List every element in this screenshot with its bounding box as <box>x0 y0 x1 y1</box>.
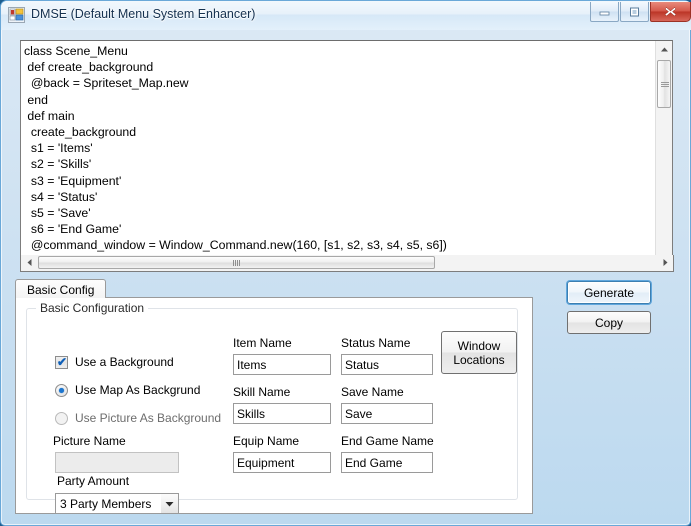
radio-button-circle <box>55 412 68 425</box>
checkbox-box: ✔ <box>55 356 68 369</box>
groupbox-label: Basic Configuration <box>36 301 148 315</box>
party-amount-combobox[interactable]: 3 Party Members <box>55 493 179 514</box>
minimize-button[interactable] <box>590 2 619 22</box>
horizontal-scrollbar[interactable] <box>20 255 674 272</box>
vertical-scrollbar-thumb[interactable] <box>657 60 671 108</box>
code-textarea[interactable]: class Scene_Menu def create_background @… <box>20 40 673 272</box>
end-game-name-label: End Game Name <box>341 434 434 448</box>
picture-name-input[interactable] <box>55 452 179 473</box>
close-button[interactable] <box>650 2 691 22</box>
checkbox-use-a-background[interactable]: ✔ Use a Background <box>55 355 174 369</box>
party-amount-value: 3 Party Members <box>60 496 151 512</box>
window-locations-label-line1: Window <box>458 339 501 353</box>
maximize-button[interactable] <box>620 2 649 22</box>
equip-name-input[interactable]: Equipment <box>233 452 331 473</box>
tab-basic-config[interactable]: Basic Config <box>15 279 106 298</box>
picture-name-label: Picture Name <box>53 434 126 448</box>
scrollbar-grip-icon <box>233 260 241 266</box>
window-locations-label-line2: Locations <box>453 353 504 367</box>
chevron-down-icon[interactable] <box>161 494 178 513</box>
save-name-input[interactable]: Save <box>341 403 433 424</box>
radio-label: Use Picture As Background <box>75 411 221 425</box>
scroll-up-icon[interactable] <box>656 41 672 58</box>
end-game-name-input[interactable]: End Game <box>341 452 433 473</box>
scroll-left-icon[interactable] <box>21 255 37 270</box>
maximize-icon <box>621 2 648 21</box>
application-window: DMSE (Default Menu System Enhancer) <box>0 0 691 526</box>
status-name-input[interactable]: Status <box>341 354 433 375</box>
window-title: DMSE (Default Menu System Enhancer) <box>31 7 255 21</box>
tab-control: Basic Config Basic Configuration ✔ Use a… <box>15 279 533 514</box>
skill-name-label: Skill Name <box>233 385 290 399</box>
equip-name-label: Equip Name <box>233 434 299 448</box>
save-name-label: Save Name <box>341 385 404 399</box>
item-name-label: Item Name <box>233 336 292 350</box>
party-amount-label: Party Amount <box>57 474 129 488</box>
checkbox-label: Use a Background <box>75 355 174 369</box>
vertical-scrollbar[interactable] <box>655 41 672 271</box>
minimize-icon <box>591 2 618 21</box>
tab-page-basic-config: Basic Configuration ✔ Use a Background U… <box>15 297 533 514</box>
status-name-label: Status Name <box>341 336 410 350</box>
radio-use-map-as-background[interactable]: Use Map As Backgrund <box>55 383 200 397</box>
copy-button[interactable]: Copy <box>567 311 651 334</box>
close-icon <box>651 2 690 21</box>
code-content: class Scene_Menu def create_background @… <box>24 43 634 272</box>
horizontal-scrollbar-thumb[interactable] <box>38 256 435 269</box>
title-bar[interactable]: DMSE (Default Menu System Enhancer) <box>1 1 691 30</box>
scroll-right-icon[interactable] <box>657 255 673 270</box>
skill-name-input[interactable]: Skills <box>233 403 331 424</box>
window-locations-button[interactable]: Window Locations <box>441 331 517 374</box>
generate-button[interactable]: Generate <box>567 281 651 304</box>
radio-button-circle <box>55 384 68 397</box>
scrollbar-grip-icon <box>661 82 669 87</box>
radio-label: Use Map As Backgrund <box>75 383 200 397</box>
check-icon: ✔ <box>57 356 67 369</box>
radio-use-picture-as-background[interactable]: Use Picture As Background <box>55 411 221 425</box>
windows-form-icon <box>8 7 25 23</box>
item-name-input[interactable]: Items <box>233 354 331 375</box>
